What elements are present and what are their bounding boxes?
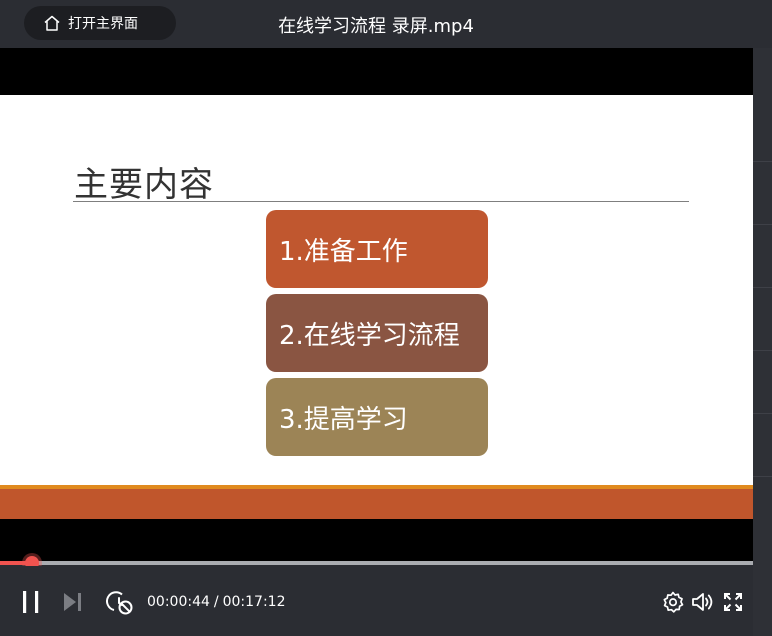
seek-bar[interactable] <box>0 553 753 573</box>
slide-item-box: 2.在线学习流程 <box>266 294 488 372</box>
strip-divider <box>753 350 772 351</box>
strip-divider <box>753 476 772 477</box>
strip-divider <box>753 413 772 414</box>
volume-button[interactable] <box>691 591 715 613</box>
slide-footer-bar <box>0 489 753 519</box>
pause-icon <box>23 591 39 613</box>
slide-item-label: 1.准备工作 <box>279 236 408 267</box>
presentation-slide: 主要内容 1.准备工作 2.在线学习流程 3.提高学习 <box>0 95 753 519</box>
slide-item-box: 3.提高学习 <box>266 378 488 456</box>
time-display: 00:00:44 / 00:17:12 <box>147 594 286 610</box>
time-separator: / <box>213 594 219 610</box>
slide-title-underline <box>73 201 689 202</box>
video-player-window: 打开主界面 在线学习流程 录屏.mp4 主要内容 1.准备工作 2.在线学习流程… <box>0 0 772 636</box>
slide-item-label: 3.提高学习 <box>279 404 408 435</box>
title-bar: 打开主界面 在线学习流程 录屏.mp4 <box>0 0 772 48</box>
next-button[interactable] <box>60 590 86 614</box>
gear-icon <box>663 591 684 613</box>
video-viewport[interactable]: 主要内容 1.准备工作 2.在线学习流程 3.提高学习 <box>0 48 753 563</box>
strip-divider <box>753 161 772 162</box>
fullscreen-button[interactable] <box>722 591 744 613</box>
fullscreen-icon <box>724 593 742 611</box>
current-time: 00:00:44 <box>147 594 210 610</box>
control-bar: 00:00:44 / 00:17:12 <box>0 566 753 636</box>
volume-icon <box>692 593 713 611</box>
side-strip <box>753 48 772 636</box>
strip-divider <box>753 287 772 288</box>
total-time: 00:17:12 <box>222 594 286 610</box>
timed-stop-button[interactable] <box>106 590 134 616</box>
slide-title: 主要内容 <box>74 165 214 205</box>
slide-item-label: 2.在线学习流程 <box>279 320 460 351</box>
pause-button[interactable] <box>18 588 44 616</box>
skip-next-icon <box>64 593 81 611</box>
settings-button[interactable] <box>662 591 684 613</box>
timer-off-icon <box>106 591 133 615</box>
strip-divider <box>753 224 772 225</box>
slide-item-box: 1.准备工作 <box>266 210 488 288</box>
window-title: 在线学习流程 录屏.mp4 <box>278 16 474 37</box>
